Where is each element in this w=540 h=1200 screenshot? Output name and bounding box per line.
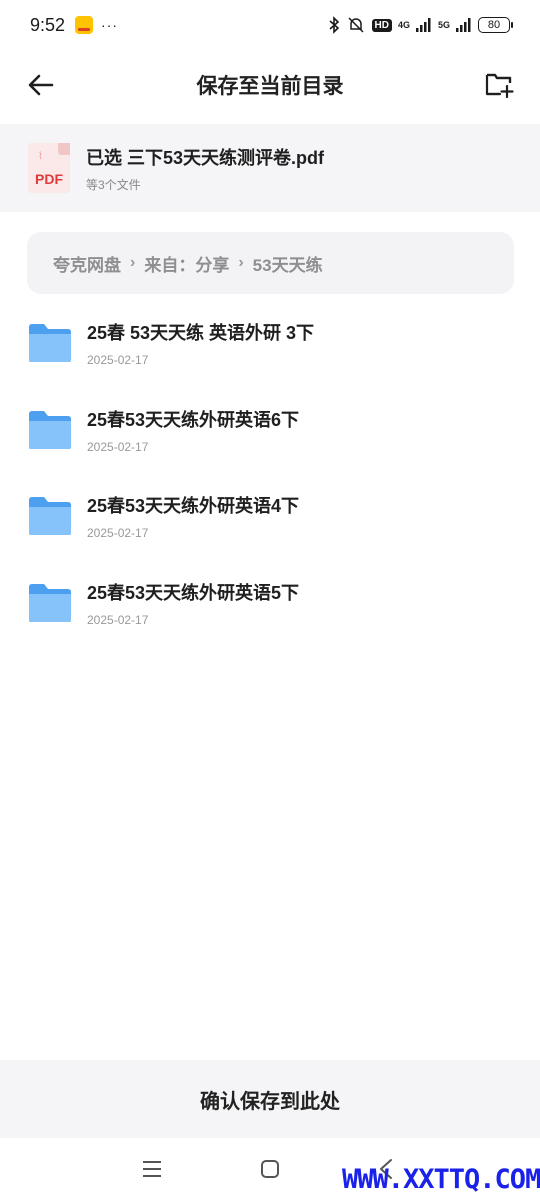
folder-name: 25春53天天练外研英语4下 bbox=[87, 496, 300, 517]
page-title: 保存至当前目录 bbox=[196, 75, 344, 98]
selected-file-name: 已选 三下53天天练测评卷.pdf bbox=[86, 147, 325, 168]
folder-icon bbox=[29, 324, 71, 363]
breadcrumb-root[interactable]: 夸克网盘 bbox=[53, 251, 121, 276]
folder-date: 2025-02-17 bbox=[87, 526, 149, 541]
folder-icon bbox=[29, 410, 71, 449]
home-icon[interactable] bbox=[260, 1159, 280, 1179]
signal-icon-2 bbox=[456, 18, 471, 32]
status-time: 9:52 bbox=[30, 14, 66, 35]
confirm-save-label: 确认保存到此处 bbox=[200, 1090, 340, 1113]
breadcrumb-separator-icon: › bbox=[238, 254, 244, 271]
folder-list: 25春 53天天练 英语外研 3下 2025-02-17 25春53天天练外研英… bbox=[0, 300, 540, 646]
battery-indicator: 80 bbox=[478, 17, 513, 33]
folder-item[interactable]: 25春53天天练外研英语5下 2025-02-17 bbox=[0, 560, 540, 647]
mute-bell-icon bbox=[347, 17, 364, 33]
back-arrow-icon[interactable] bbox=[26, 70, 56, 100]
folder-date: 2025-02-17 bbox=[87, 353, 149, 368]
bluetooth-icon bbox=[328, 16, 339, 34]
pdf-icon-label: PDF bbox=[35, 171, 63, 187]
hd-badge: HD bbox=[371, 18, 392, 32]
breadcrumb-separator-icon: › bbox=[130, 254, 136, 271]
folder-icon bbox=[29, 497, 71, 536]
status-bar: 9:52 ··· HD 4G 5G 80 bbox=[0, 0, 540, 50]
breadcrumb: 夸克网盘 › 来自：分享 › 53天天练 bbox=[27, 232, 514, 294]
more-notifications-icon: ··· bbox=[101, 17, 119, 33]
breadcrumb-share[interactable]: 来自：分享 bbox=[144, 251, 229, 276]
network-5g-label: 5G bbox=[437, 20, 450, 30]
folder-name: 25春 53天天练 英语外研 3下 bbox=[87, 323, 315, 344]
breadcrumb-current: 53天天练 bbox=[252, 255, 323, 275]
folder-item[interactable]: 25春53天天练外研英语4下 2025-02-17 bbox=[0, 473, 540, 560]
watermark-text: WWW.XXTTQ.COM bbox=[342, 1164, 540, 1195]
signal-icon bbox=[415, 18, 431, 32]
folder-name: 25春53天天练外研英语5下 bbox=[87, 582, 300, 603]
header: 保存至当前目录 bbox=[0, 55, 540, 115]
meituan-app-icon bbox=[75, 16, 94, 34]
folder-date: 2025-02-17 bbox=[87, 439, 149, 454]
folder-item[interactable]: 25春53天天练外研英语6下 2025-02-17 bbox=[0, 387, 540, 474]
pdf-file-icon: ⌇ PDF bbox=[28, 143, 70, 193]
menu-icon[interactable] bbox=[142, 1160, 162, 1178]
selected-files-panel: ⌇ PDF 已选 三下53天天练测评卷.pdf 等3个文件 bbox=[0, 124, 540, 212]
folder-item[interactable]: 25春 53天天练 英语外研 3下 2025-02-17 bbox=[0, 300, 540, 387]
confirm-save-button[interactable]: 确认保存到此处 bbox=[0, 1060, 540, 1138]
selected-file-count: 等3个文件 bbox=[86, 177, 141, 192]
network-4g-label: 4G bbox=[397, 20, 410, 30]
folder-name: 25春53天天练外研英语6下 bbox=[87, 409, 300, 430]
status-icons: HD 4G 5G 80 bbox=[328, 16, 513, 34]
folder-icon bbox=[29, 583, 71, 622]
folder-date: 2025-02-17 bbox=[87, 612, 149, 627]
new-folder-icon[interactable] bbox=[484, 69, 514, 99]
